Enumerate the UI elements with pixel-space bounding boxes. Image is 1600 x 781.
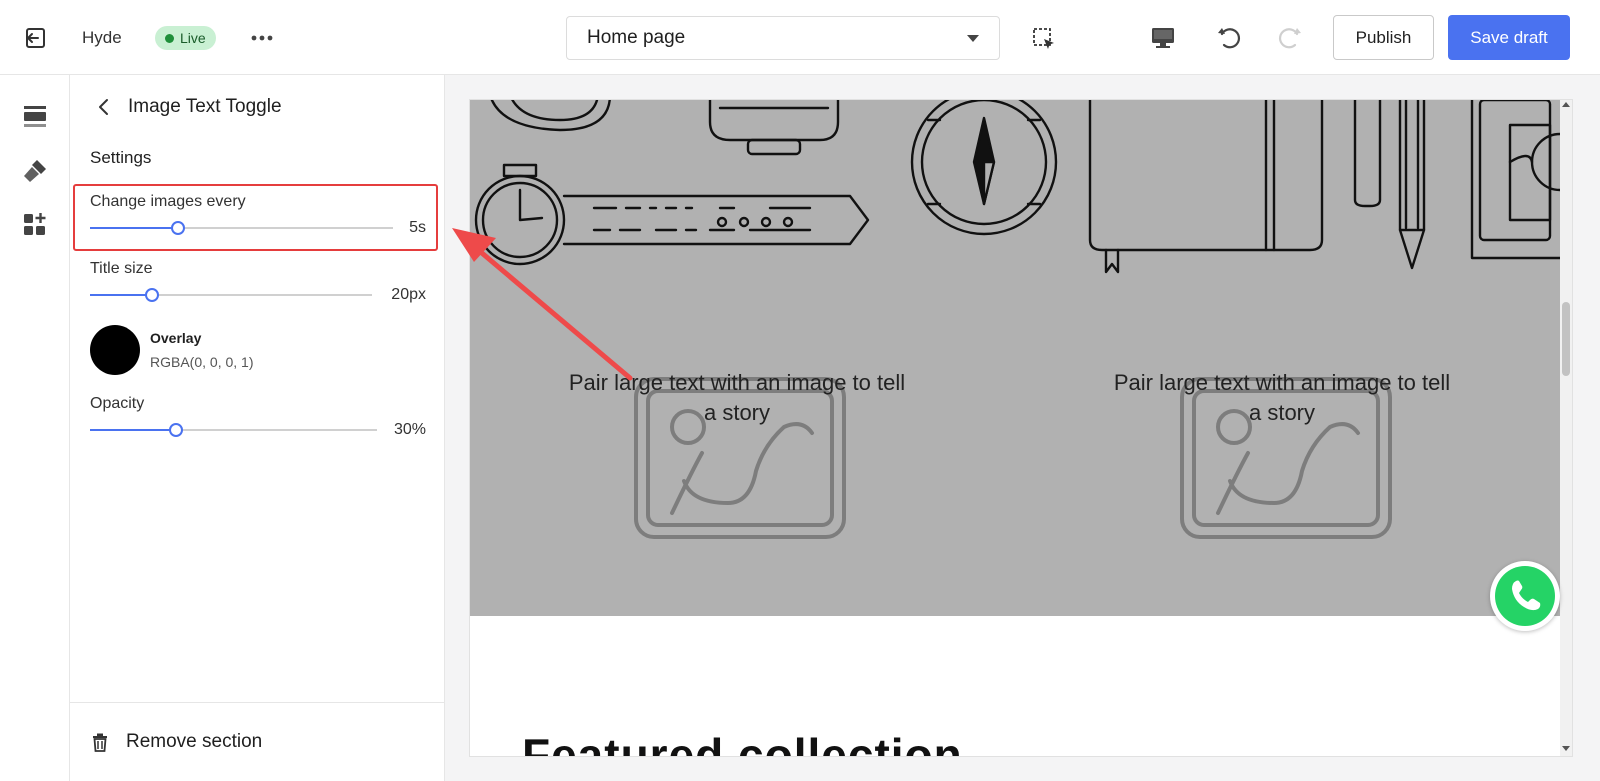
panel-header: Image Text Toggle <box>94 92 282 122</box>
slider-fill <box>90 429 177 431</box>
title-size-field: Title size 20px <box>90 260 426 308</box>
remove-section-label: Remove section <box>126 731 263 752</box>
opacity-slider[interactable]: 30% <box>90 417 426 443</box>
top-bar: Hyde Live Home page Publish Save draft <box>0 0 1600 75</box>
slider-thumb[interactable] <box>170 221 185 235</box>
slider-thumb[interactable] <box>145 288 160 302</box>
featured-collection-heading: Featured collection <box>522 729 963 756</box>
overlay-label: Overlay <box>150 330 202 346</box>
change-images-slider[interactable]: 5s <box>90 215 426 241</box>
more-icon[interactable] <box>250 26 278 50</box>
scroll-down-icon[interactable] <box>1562 746 1570 751</box>
story-text-right: Pair large text with an image to tell a … <box>1113 370 1451 425</box>
page-selector[interactable]: Home page <box>566 16 1000 60</box>
scroll-thumb[interactable] <box>1562 302 1570 376</box>
preview-canvas[interactable]: Pair large text with an image to tell a … <box>470 100 1572 756</box>
status-badge: Live <box>155 26 216 50</box>
title-size-slider[interactable]: 20px <box>90 282 426 308</box>
apps-icon[interactable] <box>22 211 48 237</box>
page-selector-value: Home page <box>587 27 686 48</box>
chevron-down-icon <box>967 34 979 42</box>
slider-track[interactable] <box>90 221 393 235</box>
settings-heading: Settings <box>90 148 152 167</box>
field-label: Change images every <box>90 193 246 210</box>
preview-scrollbar[interactable] <box>1560 100 1572 756</box>
slider-fill <box>90 227 178 229</box>
featured-collection-section[interactable]: Featured collection <box>470 616 1560 756</box>
select-element-icon[interactable] <box>1031 26 1057 52</box>
undo-icon[interactable] <box>1215 24 1243 52</box>
story-text-left: Pair large text with an image to tell a … <box>568 370 906 425</box>
slider-value: 30% <box>393 421 426 438</box>
save-draft-button[interactable]: Save draft <box>1448 15 1570 60</box>
theme-settings-icon[interactable] <box>22 158 48 184</box>
slider-track[interactable] <box>90 288 372 302</box>
icon-rail <box>0 75 70 781</box>
live-dot-icon <box>165 33 174 43</box>
redo-icon[interactable] <box>1276 24 1304 52</box>
slider-fill <box>90 294 153 296</box>
whatsapp-button[interactable] <box>1490 561 1560 631</box>
remove-section-button[interactable]: Remove section <box>70 702 445 781</box>
panel-title: Image Text Toggle <box>128 96 282 117</box>
back-chevron-icon[interactable] <box>94 97 114 117</box>
field-label: Opacity <box>90 395 145 412</box>
slider-value: 20px <box>391 286 426 303</box>
overlay-value: RGBA(0, 0, 0, 1) <box>150 354 254 370</box>
exit-icon[interactable] <box>22 24 50 52</box>
image-text-toggle-section[interactable]: Pair large text with an image to tell a … <box>470 100 1560 616</box>
sections-icon[interactable] <box>22 103 48 129</box>
settings-panel: Image Text Toggle Settings Change images… <box>70 75 445 781</box>
whatsapp-icon <box>1495 566 1555 626</box>
desktop-icon[interactable] <box>1150 25 1176 51</box>
opacity-field: Opacity 30% <box>90 395 426 443</box>
trash-icon <box>90 732 110 752</box>
field-label: Title size <box>90 260 153 277</box>
slider-thumb[interactable] <box>169 423 184 437</box>
change-images-every-field: Change images every 5s <box>90 193 426 241</box>
store-name: Hyde <box>82 28 122 47</box>
status-badge-label: Live <box>180 30 206 46</box>
slider-value: 5s <box>409 219 426 236</box>
overlay-swatch[interactable] <box>90 325 140 375</box>
scroll-up-icon[interactable] <box>1562 102 1570 107</box>
slider-track[interactable] <box>90 423 377 437</box>
publish-button[interactable]: Publish <box>1333 15 1434 60</box>
overlay-color-picker[interactable]: Overlay RGBA(0, 0, 0, 1) <box>90 325 253 375</box>
